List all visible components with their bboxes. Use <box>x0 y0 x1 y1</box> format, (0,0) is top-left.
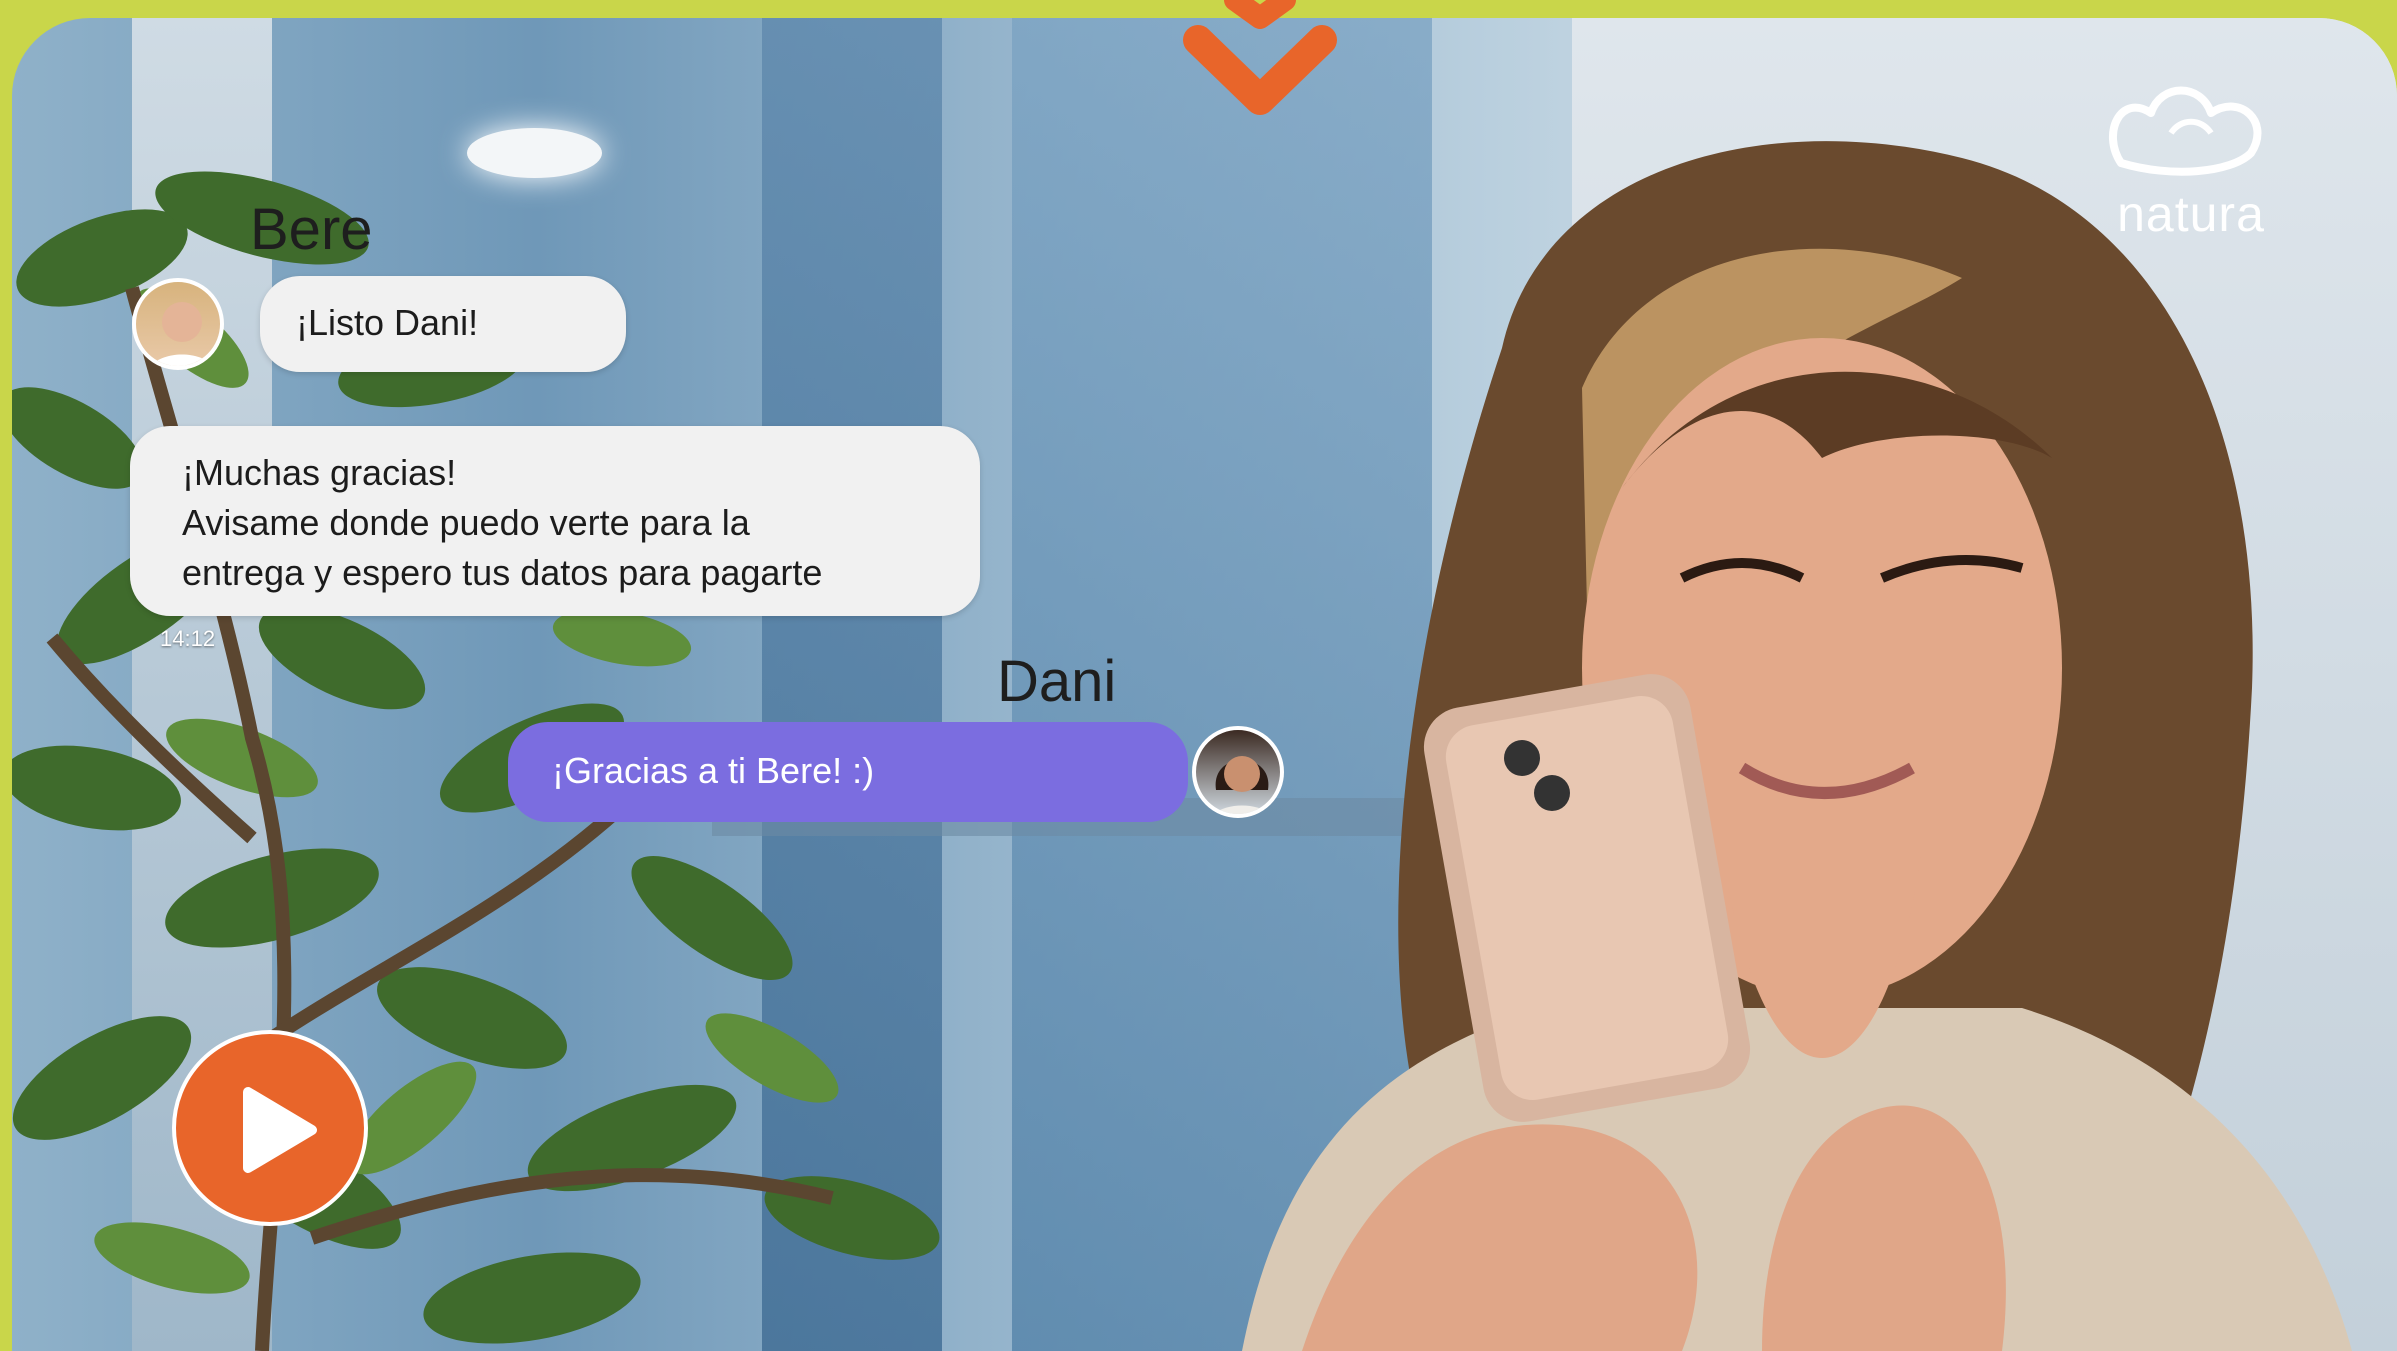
chat-bubble-dani: ¡Gracias a ti Bere! :) <box>508 722 1188 822</box>
sender-name-dani: Dani <box>997 649 1117 714</box>
chat-message-line: Avisame donde puedo verte para la <box>182 502 750 543</box>
chevron-down-icon[interactable] <box>1180 0 1340 130</box>
chat-bubble-bere-1: ¡Listo Dani! <box>260 276 626 372</box>
chat-message-text: ¡Gracias a ti Bere! :) <box>552 750 875 791</box>
play-icon <box>243 1087 317 1173</box>
video-player[interactable]: natura Bere ¡Listo Dani! ¡Muchas gracias… <box>12 18 2397 1351</box>
avatar-dani <box>1192 726 1284 818</box>
chat-message-line: ¡Muchas gracias! <box>182 452 457 493</box>
natura-leaf-icon <box>2108 86 2262 176</box>
woman-with-phone-illustration <box>1242 141 2352 1351</box>
chat-bubble-bere-2: ¡Muchas gracias! Avisame donde puedo ver… <box>130 426 980 616</box>
play-button[interactable] <box>172 1030 368 1226</box>
avatar-bere <box>132 278 224 370</box>
brand-wordmark: natura <box>2117 186 2265 242</box>
message-timestamp: 14:12 <box>160 626 216 651</box>
sender-name-bere: Bere <box>250 197 373 262</box>
natura-logo: natura <box>2081 73 2301 243</box>
chat-message-line: entrega y espero tus datos para pagarte <box>182 552 823 593</box>
chat-message-text: ¡Listo Dani! <box>296 302 479 343</box>
